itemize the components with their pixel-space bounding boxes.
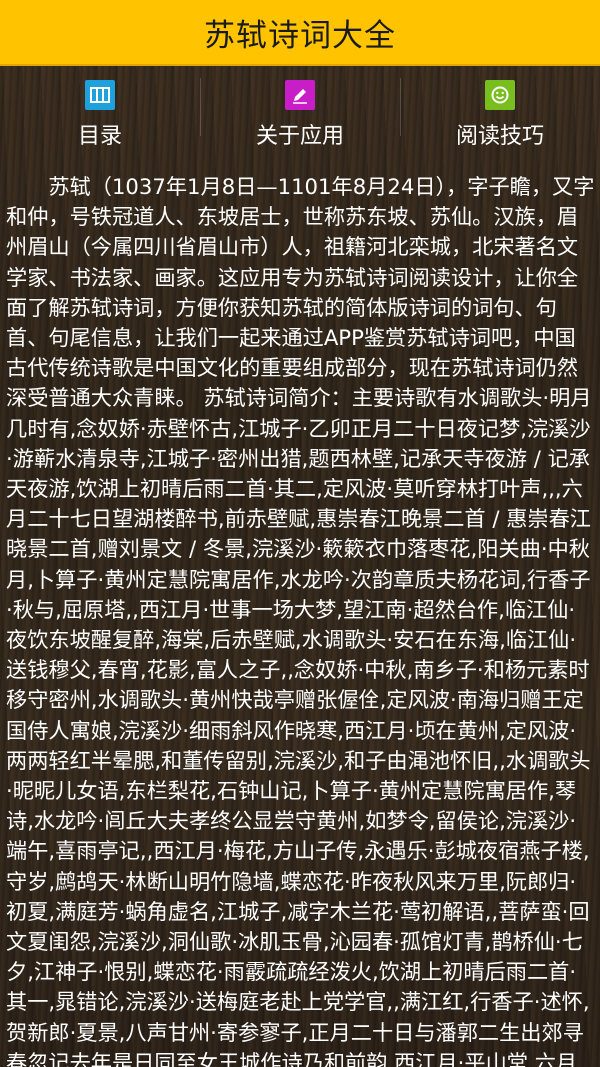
book-icon	[85, 80, 115, 110]
top-nav: 目录 关于应用 阅读技巧	[0, 66, 600, 156]
nav-label-reading-tips: 阅读技巧	[455, 124, 544, 149]
nav-label-about: 关于应用	[255, 124, 344, 149]
title-bar: 苏轼诗词大全	[0, 0, 600, 66]
app-title: 苏轼诗词大全	[204, 17, 396, 54]
nav-item-about[interactable]: 关于应用	[200, 66, 400, 156]
article-body[interactable]: 苏轼（1037年1月8日—1101年8月24日），字子瞻，又字和仲，号铁冠道人、…	[6, 172, 596, 1067]
nav-item-catalog[interactable]: 目录	[0, 66, 200, 156]
nav-label-catalog: 目录	[77, 124, 122, 149]
smiley-icon	[485, 80, 515, 110]
nav-item-reading-tips[interactable]: 阅读技巧	[400, 66, 600, 156]
pencil-icon	[285, 80, 315, 110]
